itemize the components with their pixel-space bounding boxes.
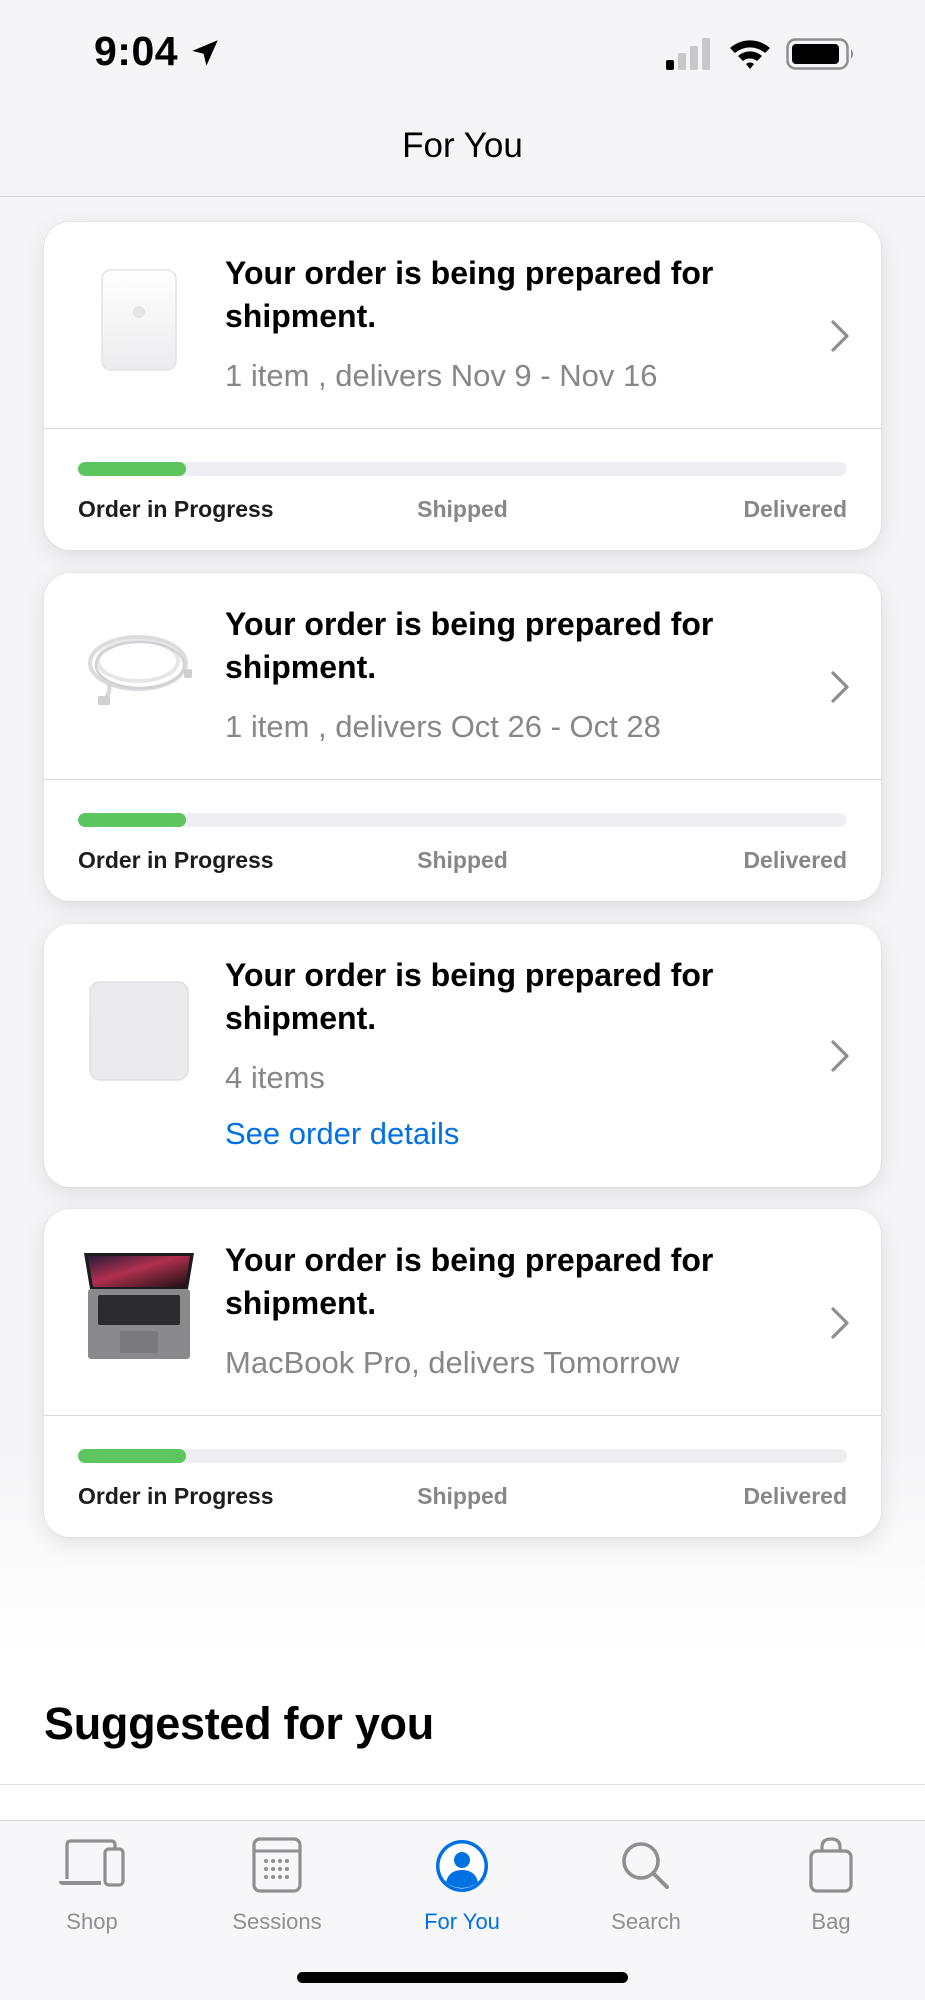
location-arrow-icon (192, 40, 218, 66)
battery-icon (786, 38, 853, 70)
order-delivery-info: MacBook Pro, delivers Tomorrow (225, 1345, 680, 1380)
status-time: 9:04 (94, 28, 179, 74)
order-card[interactable]: Your order is being prepared for shipmen… (44, 573, 881, 901)
progress-track (78, 462, 847, 476)
tab-for-you-label: For You (424, 1909, 500, 1934)
tab-bag[interactable]: Bag (756, 1835, 906, 1935)
order-status-title: Your order is being prepared for shipmen… (225, 606, 714, 685)
order-summary[interactable]: Your order is being prepared for shipmen… (44, 924, 881, 1187)
progress-fill (78, 1449, 186, 1463)
macbook-pro-image (84, 1253, 194, 1359)
chevron-right-icon[interactable] (829, 669, 851, 705)
divider (44, 779, 881, 780)
power-adapter-image (101, 269, 177, 371)
chevron-right-icon[interactable] (829, 1038, 851, 1074)
person-circle-icon (436, 1840, 488, 1892)
tab-bag-label: Bag (811, 1909, 851, 1934)
order-card[interactable]: Your order is being prepared for shipmen… (44, 1209, 881, 1537)
laptop-phone-icon (59, 1839, 125, 1887)
tab-for-you[interactable]: For You (387, 1835, 537, 1935)
see-order-details-link[interactable]: See order details (225, 1116, 459, 1152)
home-indicator (297, 1972, 628, 1983)
order-delivery-info: 1 item , delivers Oct 26 - Oct 28 (225, 709, 661, 744)
divider (44, 1415, 881, 1416)
tab-sessions-label: Sessions (232, 1909, 322, 1934)
chevron-right-icon[interactable] (829, 1305, 851, 1341)
tab-shop-label: Shop (66, 1909, 118, 1934)
tab-sessions[interactable]: Sessions (202, 1835, 352, 1935)
shopping-bag-icon (809, 1837, 853, 1893)
order-summary[interactable]: Your order is being prepared for shipmen… (44, 222, 881, 428)
order-delivery-info: 1 item , delivers Nov 9 - Nov 16 (225, 358, 658, 393)
progress-track (78, 1449, 847, 1463)
order-card[interactable]: Your order is being prepared for shipmen… (44, 222, 881, 550)
divider (44, 428, 881, 429)
charging-cable-image (88, 635, 192, 705)
step-delivered: Delivered (743, 1483, 847, 1509)
order-summary[interactable]: Your order is being prepared for shipmen… (44, 1209, 881, 1415)
order-item-count: 4 items (225, 1060, 325, 1095)
progress-fill (78, 462, 186, 476)
navigation-header: 9:04 For You (0, 0, 925, 197)
tab-search[interactable]: Search (571, 1835, 721, 1935)
progress-track (78, 813, 847, 827)
progress-fill (78, 813, 186, 827)
step-delivered: Delivered (743, 847, 847, 873)
tab-shop[interactable]: Shop (17, 1835, 167, 1935)
step-delivered: Delivered (743, 496, 847, 522)
order-status-title: Your order is being prepared for shipmen… (225, 255, 714, 334)
order-summary[interactable]: Your order is being prepared for shipmen… (44, 573, 881, 779)
chevron-right-icon[interactable] (829, 318, 851, 354)
order-status-title: Your order is being prepared for shipmen… (225, 1242, 714, 1321)
divider (0, 1784, 925, 1785)
cellular-signal-icon (666, 38, 710, 70)
suggested-heading: Suggested for you (44, 1698, 434, 1749)
magnifier-icon (622, 1842, 669, 1889)
order-card[interactable]: Your order is being prepared for shipmen… (44, 924, 881, 1187)
wifi-icon (730, 40, 770, 69)
order-status-title: Your order is being prepared for shipmen… (225, 957, 714, 1036)
calendar-grid-icon (252, 1837, 302, 1893)
page-title: For You (402, 126, 523, 165)
tab-search-label: Search (611, 1909, 681, 1934)
accessory-box-image (89, 981, 189, 1081)
